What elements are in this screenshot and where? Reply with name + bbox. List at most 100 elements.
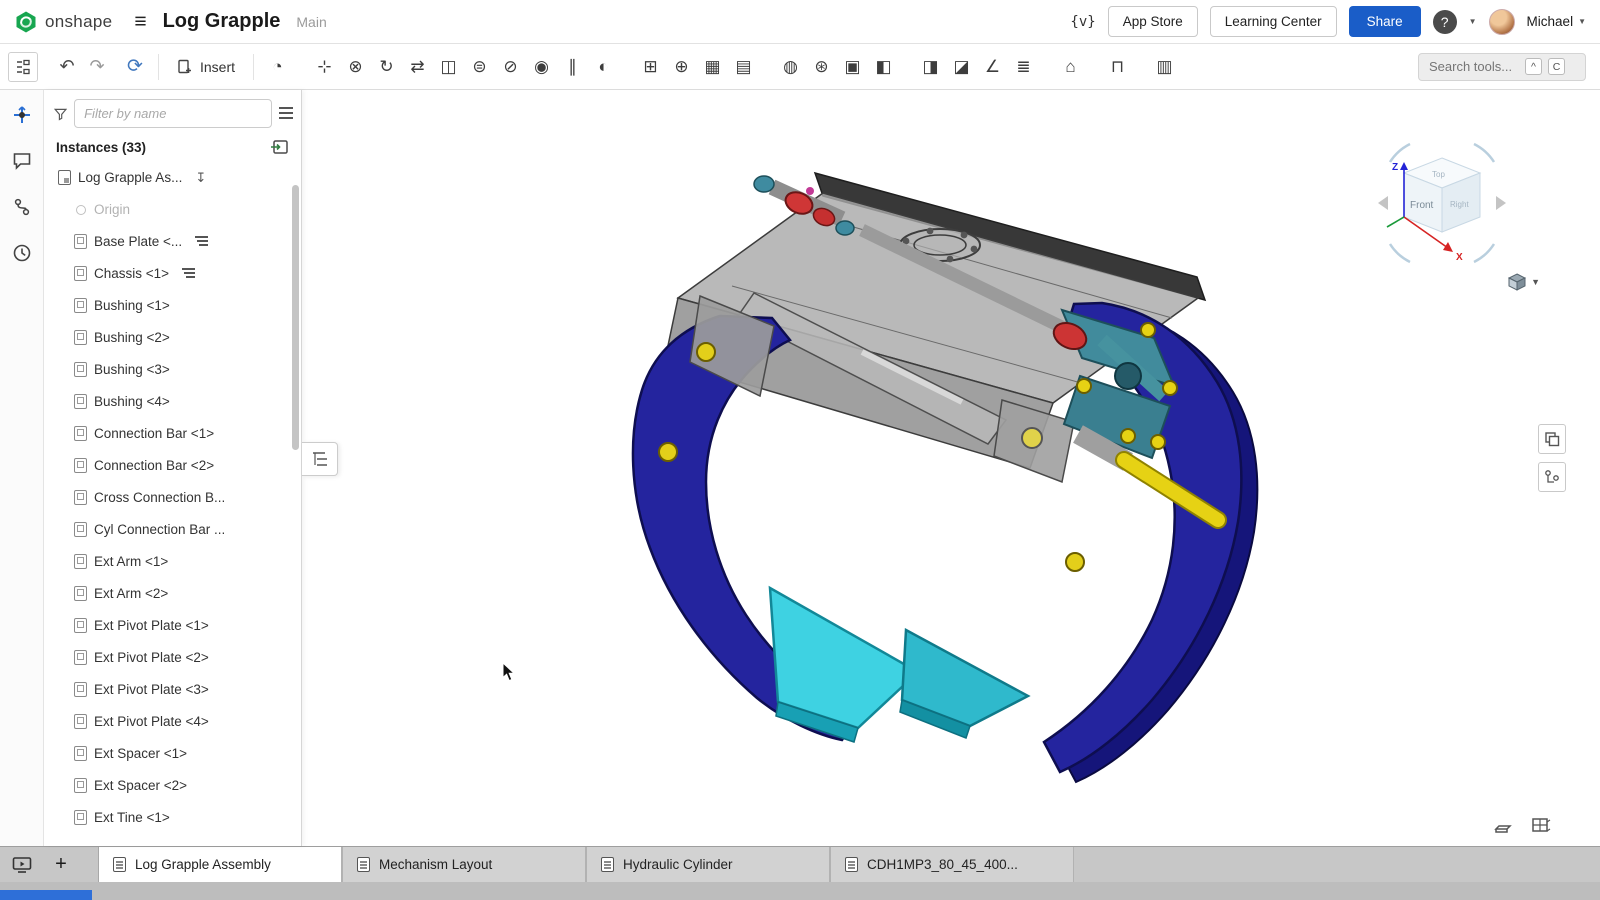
- learning-center-button[interactable]: Learning Center: [1210, 6, 1337, 37]
- help-icon[interactable]: ?: [1433, 10, 1457, 34]
- yellow-pin[interactable]: [659, 443, 677, 461]
- user-menu[interactable]: Michael ▼: [1527, 14, 1586, 29]
- parallel-mate-icon[interactable]: ∥: [557, 52, 588, 82]
- cube-top-label[interactable]: Top: [1432, 170, 1445, 179]
- instance-row[interactable]: Ext Tine <1> ↧: [44, 801, 301, 833]
- rotate-right-arrow[interactable]: [1496, 196, 1506, 210]
- versions-icon[interactable]: [11, 196, 33, 218]
- app-store-button[interactable]: App Store: [1108, 6, 1198, 37]
- instance-row[interactable]: Connection Bar <1> ↧: [44, 417, 301, 449]
- instance-row[interactable]: Cyl Connection Bar ... ↧: [44, 513, 301, 545]
- document-tab[interactable]: Mechanism Layout: [342, 847, 586, 882]
- section-view-icon[interactable]: ◪: [946, 52, 977, 82]
- instance-row[interactable]: Ext Arm <2> ↧: [44, 577, 301, 609]
- history-panel-icon[interactable]: [11, 242, 33, 264]
- grid-units-icon[interactable]: [1530, 816, 1552, 836]
- share-button[interactable]: Share: [1349, 6, 1421, 37]
- snapshot-icon[interactable]: ▣: [837, 52, 868, 82]
- document-tab[interactable]: Hydraulic Cylinder: [586, 847, 830, 882]
- bom-icon[interactable]: ▥: [1149, 52, 1180, 82]
- linear-pattern-icon[interactable]: ▤: [728, 52, 759, 82]
- instance-row[interactable]: Connection Bar <2> ↧: [44, 449, 301, 481]
- search-tools-box[interactable]: ^ C: [1418, 53, 1586, 81]
- explode-icon[interactable]: ⊛: [806, 52, 837, 82]
- history-icon[interactable]: ◔: [262, 52, 293, 82]
- panel-collapse-handle[interactable]: [302, 442, 338, 476]
- instance-row[interactable]: Ext Arm <1> ↧: [44, 545, 301, 577]
- instance-row[interactable]: Ext Spacer <1> ↧: [44, 737, 301, 769]
- sheet-metal-icon[interactable]: ⌂: [1055, 52, 1086, 82]
- versions-icon[interactable]: {v}: [1070, 14, 1095, 30]
- tangent-mate-icon[interactable]: ◐: [588, 52, 619, 82]
- filter-by-name-input[interactable]: [74, 99, 272, 128]
- instance-row[interactable]: Bushing <1> ↧: [44, 289, 301, 321]
- replicate-icon[interactable]: ▦: [697, 52, 728, 82]
- revolute-mate-icon[interactable]: ↻: [371, 52, 402, 82]
- instance-row[interactable]: Origin ↧: [44, 193, 301, 225]
- comments-icon[interactable]: [11, 150, 33, 172]
- pin-slot-mate-icon[interactable]: ⊘: [495, 52, 526, 82]
- list-view-icon[interactable]: [279, 107, 293, 121]
- insert-button[interactable]: Insert: [167, 54, 245, 80]
- instance-row[interactable]: Cross Connection B... ↧: [44, 481, 301, 513]
- document-tab[interactable]: Log Grapple Assembly: [98, 847, 342, 882]
- workspace-name[interactable]: Main: [296, 14, 326, 30]
- measure-icon[interactable]: ∠: [977, 52, 1008, 82]
- cube-right-label[interactable]: Right: [1450, 200, 1469, 209]
- right-panel-toggle-bottom[interactable]: [1538, 462, 1566, 492]
- circular-pattern-icon[interactable]: ◍: [775, 52, 806, 82]
- frame-icon[interactable]: ⊓: [1102, 52, 1133, 82]
- ball-mate-icon[interactable]: ◉: [526, 52, 557, 82]
- scene-settings-icon[interactable]: [1492, 816, 1514, 836]
- named-views-icon[interactable]: ◨: [915, 52, 946, 82]
- mate-icon[interactable]: ⊹: [309, 52, 340, 82]
- mass-properties-icon[interactable]: ≣: [1008, 52, 1039, 82]
- display-states-icon[interactable]: ◧: [868, 52, 899, 82]
- document-tab[interactable]: CDH1MP3_80_45_400...: [830, 847, 1074, 882]
- instance-row[interactable]: Bushing <2> ↧: [44, 321, 301, 353]
- instances-panel-toggle-icon[interactable]: [8, 52, 38, 82]
- instance-row[interactable]: Bushing <4> ↧: [44, 385, 301, 417]
- onshape-logo[interactable]: onshape: [14, 10, 112, 34]
- instance-row[interactable]: Base Plate <... ↧: [44, 225, 301, 257]
- view-options-menu[interactable]: ▼: [1507, 272, 1540, 292]
- fastened-mate-icon[interactable]: ⊗: [340, 52, 371, 82]
- tab-document-icon: [357, 857, 370, 872]
- mate-connector-icon[interactable]: ⊕: [666, 52, 697, 82]
- graphics-area[interactable]: Top Front Right Z X ▼: [302, 90, 1600, 846]
- main-menu-icon[interactable]: ≡: [134, 11, 146, 32]
- yellow-pin[interactable]: [1066, 553, 1084, 571]
- slider-mate-icon[interactable]: ⇄: [402, 52, 433, 82]
- search-tools-input[interactable]: [1427, 58, 1519, 75]
- instance-row[interactable]: Ext Spacer <2> ↧: [44, 769, 301, 801]
- planar-mate-icon[interactable]: ◫: [433, 52, 464, 82]
- update-icon[interactable]: ⟳: [120, 52, 150, 82]
- chassis-bolt[interactable]: [1022, 428, 1042, 448]
- instance-row[interactable]: Ext Pivot Plate <1> ↧: [44, 609, 301, 641]
- instance-label: Base Plate <...: [94, 234, 182, 249]
- panel-scrollbar[interactable]: [292, 185, 299, 450]
- instance-row[interactable]: Ext Pivot Plate <3> ↧: [44, 673, 301, 705]
- instance-row[interactable]: Ext Pivot Plate <2> ↧: [44, 641, 301, 673]
- add-tab-button[interactable]: +: [44, 847, 78, 882]
- follow-mode-icon[interactable]: [0, 847, 44, 882]
- instance-row[interactable]: Ext Pivot Plate <4> ↧: [44, 705, 301, 737]
- instance-row[interactable]: Bushing <3> ↧: [44, 353, 301, 385]
- rotate-left-arrow[interactable]: [1378, 196, 1388, 210]
- instance-row[interactable]: Log Grapple As... ↧: [44, 161, 301, 193]
- assembly-toolbar: ↶ ↷ ⟳ Insert ◔⊹⊗↻⇄◫⊜⊘◉∥◐⊞⊕▦▤◍⊛▣◧◨◪∠≣⌂⊓▥ …: [0, 44, 1600, 90]
- cube-front-label[interactable]: Front: [1410, 200, 1434, 211]
- instance-label: Bushing <4>: [94, 394, 170, 409]
- group-icon[interactable]: ⊞: [635, 52, 666, 82]
- yellow-pin[interactable]: [697, 343, 715, 361]
- right-panel-toggle-top[interactable]: [1538, 424, 1566, 454]
- view-cube[interactable]: Top Front Right Z X: [1372, 128, 1512, 278]
- instance-row[interactable]: Chassis <1> ↧: [44, 257, 301, 289]
- cylindrical-mate-icon[interactable]: ⊜: [464, 52, 495, 82]
- redo-icon[interactable]: ↷: [82, 52, 112, 82]
- undo-icon[interactable]: ↶: [52, 52, 82, 82]
- user-avatar[interactable]: [1489, 9, 1515, 35]
- part-icon: [74, 490, 87, 505]
- insert-instance-icon[interactable]: [270, 139, 289, 155]
- mate-tools-icon[interactable]: [11, 104, 33, 126]
